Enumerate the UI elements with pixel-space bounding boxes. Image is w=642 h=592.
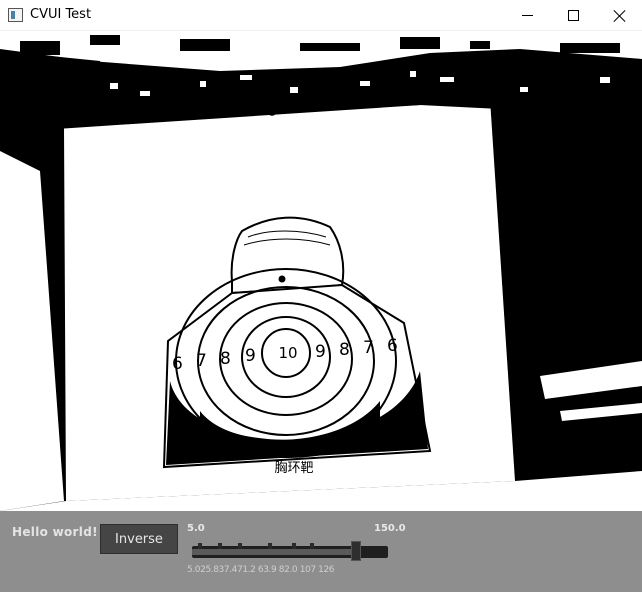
trackbar-segment [292, 543, 296, 549]
trackbar-segment [268, 543, 272, 549]
window-title: CVUI Test [30, 7, 92, 22]
minimize-icon [521, 15, 533, 16]
ring-label-left-7: 7 [196, 351, 207, 371]
ring-label-left-8: 8 [220, 349, 231, 369]
ring-label-left-6: 6 [172, 354, 183, 374]
left-white-region [0, 151, 64, 511]
ring-label-right-9: 9 [315, 342, 326, 362]
trackbar-min-label: 5.0 [187, 523, 205, 534]
window-titlebar[interactable]: CVUI Test [0, 0, 642, 31]
target-bottom-text: 胸环靶 [274, 461, 313, 476]
ring-label-right-7: 7 [363, 338, 374, 358]
trackbar-handle[interactable] [350, 541, 361, 561]
hello-text: Hello world! [12, 525, 98, 539]
trackbar-segment [310, 543, 314, 549]
trackbar-max-label: 150.0 [374, 523, 406, 534]
target-center-label: 10 [278, 344, 297, 362]
ring-label-left-9: 9 [245, 346, 256, 366]
camera-image: 10 6 7 8 9 9 8 7 6 胸环靶 [0, 31, 642, 511]
trackbar-segment [238, 543, 242, 549]
ring-label-right-8: 8 [339, 340, 350, 360]
close-button[interactable] [596, 0, 642, 31]
maximize-button[interactable] [550, 0, 596, 31]
camera-frame: 10 6 7 8 9 9 8 7 6 胸环靶 [0, 31, 642, 511]
trackbar-tick-labels: 5.025.837.471.2 63.9 82.0 107 126 [187, 565, 335, 575]
threshold-trackbar[interactable]: 5.0 150.0 5.025.837.471.2 63.9 82.0 107 … [184, 519, 406, 585]
inverse-button[interactable]: Inverse [100, 524, 178, 554]
trackbar-fill [192, 549, 356, 555]
maximize-icon [567, 10, 579, 21]
trackbar-segment [218, 543, 222, 549]
app-window-icon [8, 8, 23, 22]
control-panel: Hello world! Inverse 5.0 150.0 5.025.837… [0, 511, 642, 592]
trackbar-segment [198, 543, 202, 549]
close-icon [613, 9, 626, 22]
ring-label-right-6: 6 [387, 336, 398, 356]
minimize-button[interactable] [504, 0, 550, 31]
